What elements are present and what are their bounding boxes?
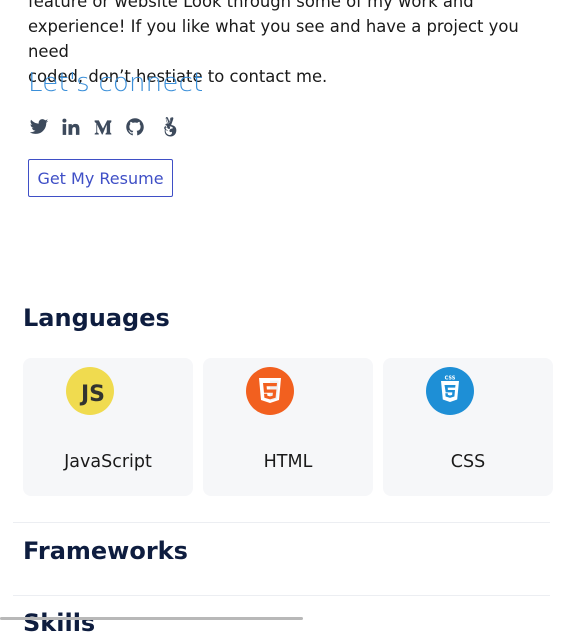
twitter-icon[interactable] bbox=[28, 116, 50, 138]
about-line: experience! If you like what you see and… bbox=[28, 17, 519, 61]
get-resume-button[interactable]: Get My Resume bbox=[28, 159, 173, 197]
social-links bbox=[28, 116, 178, 138]
language-card-javascript[interactable]: JS JavaScript bbox=[23, 358, 193, 496]
section-divider bbox=[13, 522, 550, 523]
language-name: JavaScript bbox=[64, 452, 152, 472]
github-icon[interactable] bbox=[124, 116, 146, 138]
languages-heading: Languages bbox=[23, 304, 170, 332]
language-name: CSS bbox=[450, 452, 486, 472]
html5-logo-icon bbox=[246, 367, 294, 415]
svg-text:JS: JS bbox=[79, 382, 105, 407]
language-card-css[interactable]: CSS CSS bbox=[383, 358, 553, 496]
medium-icon[interactable] bbox=[92, 116, 114, 138]
svg-text:CSS: CSS bbox=[445, 376, 456, 382]
frameworks-heading: Frameworks bbox=[23, 537, 188, 565]
angellist-icon[interactable] bbox=[156, 116, 178, 138]
skills-heading: Skills bbox=[23, 609, 96, 637]
section-divider bbox=[13, 595, 550, 596]
about-line: feature or website Look through some of … bbox=[28, 0, 474, 11]
connect-heading: Let's connect bbox=[28, 68, 204, 98]
language-name: HTML bbox=[263, 452, 313, 472]
css3-logo-icon: CSS bbox=[426, 367, 474, 415]
language-card-html[interactable]: HTML bbox=[203, 358, 373, 496]
linkedin-icon[interactable] bbox=[60, 116, 82, 138]
javascript-logo-icon: JS bbox=[66, 367, 114, 415]
